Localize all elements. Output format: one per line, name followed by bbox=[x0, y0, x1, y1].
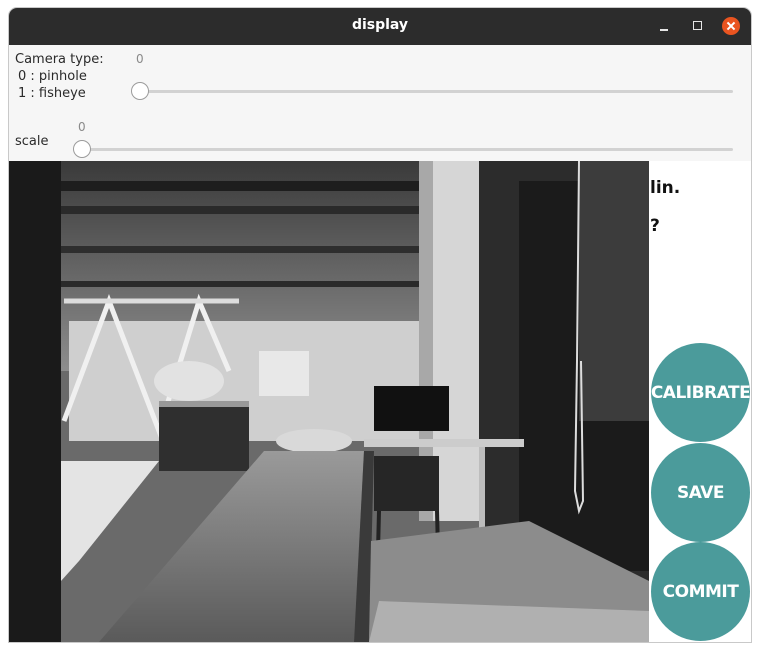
close-icon[interactable] bbox=[722, 17, 740, 35]
scale-value: 0 bbox=[78, 120, 86, 134]
commit-button[interactable]: COMMIT bbox=[651, 542, 750, 641]
save-button[interactable]: SAVE bbox=[651, 443, 750, 542]
display-window: display Camera type: 0 : pinhole 1 : fis… bbox=[9, 8, 751, 642]
calibrate-button[interactable]: CALIBRATE bbox=[651, 343, 751, 442]
maximize-icon[interactable] bbox=[689, 17, 707, 35]
window-title: display bbox=[351, 17, 409, 33]
scale-label: scale bbox=[15, 134, 49, 149]
camera-type-slider-handle[interactable] bbox=[131, 82, 149, 100]
overlay-text-line1: lin. bbox=[650, 178, 681, 198]
camera-type-value: 0 bbox=[136, 52, 144, 66]
scale-slider-handle[interactable] bbox=[73, 140, 91, 158]
camera-image bbox=[9, 161, 649, 642]
camera-type-slider-track[interactable] bbox=[140, 90, 733, 93]
trackbar-panel: Camera type: 0 : pinhole 1 : fisheye 0 s… bbox=[9, 45, 751, 161]
scale-slider-track[interactable] bbox=[82, 148, 733, 151]
overlay-text-line2: ? bbox=[650, 216, 660, 236]
title-bar[interactable]: display bbox=[9, 8, 751, 45]
minimize-icon[interactable] bbox=[655, 17, 673, 35]
camera-type-label-2: 0 : pinhole bbox=[18, 69, 87, 84]
camera-type-label-3: 1 : fisheye bbox=[18, 86, 86, 101]
camera-type-label-1: Camera type: bbox=[15, 52, 104, 67]
camera-display: lin. ? CALIBRATE SAVE COMMIT bbox=[9, 161, 751, 642]
